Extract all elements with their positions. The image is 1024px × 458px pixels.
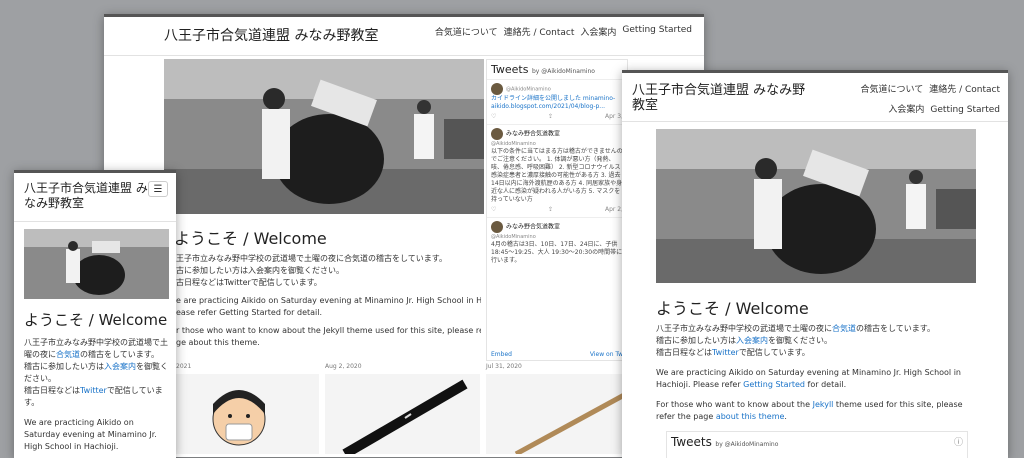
tweets-header-tablet: Tweets by @AikidoMinamino ⓘ <box>667 432 967 452</box>
post-card[interactable]: Aug 2, 2020 <box>325 363 480 454</box>
jekyll-link[interactable]: Jekyll <box>813 400 834 409</box>
post-date: Jul 31, 2020 <box>486 363 522 370</box>
intro-en-line2: ease refer Getting Started for detail. <box>176 308 323 317</box>
navbar-tablet: 八王子市合気道連盟 みなみ野 教室 合気道について 連絡先 / Contact … <box>622 73 1008 122</box>
join-link[interactable]: 入会案内 <box>736 336 768 345</box>
tweet-actions: ♡ ⇪ Apr 3, <box>491 113 623 121</box>
tweet-name: みなみ野合気道教室 <box>506 130 561 138</box>
post-thumbnail <box>325 374 480 454</box>
intro-text-mobile: 八王子市立みなみ野中学校の武道場で土曜の夜に合気道の稽古をしています。 稽古に参… <box>24 337 169 453</box>
avatar <box>491 221 503 233</box>
intro-en-tablet-p1: We are practicing Aikido on Saturday eve… <box>656 368 961 389</box>
nav-item-contact[interactable]: 連絡先 / Contact <box>504 25 575 38</box>
tweet-handle: @AikidoMinamino <box>506 86 551 93</box>
post-thumbnail <box>486 374 641 454</box>
intro-jp-line3: 古日程などはTwitterで配信しています。 <box>176 278 322 287</box>
nav-item-join[interactable]: 入会案内 <box>888 103 924 117</box>
tweet-text: 以下の条件に当てはまる方は稽古ができませんの でご注意ください。 1. 体調が悪… <box>491 148 623 203</box>
nav-item-about[interactable]: 合気道について <box>860 83 923 97</box>
tweet-date[interactable]: Apr 2, <box>605 206 623 214</box>
avatar <box>491 128 503 140</box>
intro-jp-line2: 古に参加したい方は入会案内を御覧ください。 <box>176 266 344 275</box>
tweet-item[interactable]: みなみ野合気道教室 @AikidoMinamino 以下の条件に当てはまる方は稽… <box>487 124 627 217</box>
intro-en-tablet-p2: For those who want to know about the Jek… <box>656 400 963 421</box>
getting-started-link[interactable]: Getting Started <box>743 380 805 389</box>
about-theme-link[interactable]: about this theme <box>716 412 785 421</box>
view-on-twitter-link[interactable]: View on Tw <box>590 351 623 358</box>
hamburger-icon: ☰ <box>153 183 163 195</box>
post-card[interactable]: r 2, 2021 <box>164 363 319 454</box>
tweet-name: みなみ野合気道教室 <box>506 223 561 231</box>
intro-jp-tablet: 八王子市立みなみ野中学校の武道場で土曜の夜に合気道の稽古をしています。 稽古に参… <box>656 324 935 357</box>
brand-line2: なみ野教室 <box>24 196 85 210</box>
info-icon[interactable]: ⓘ <box>954 435 963 449</box>
brand-line1: 八王子市合気道連盟 み <box>24 181 148 195</box>
intro-jp-mobile: 八王子市立みなみ野中学校の武道場で土曜の夜に合気道の稽古をしています。 稽古に参… <box>24 338 168 407</box>
welcome-heading-mobile: ようこそ / Welcome <box>24 311 168 329</box>
twitter-timeline-back[interactable]: Tweets by @AikidoMinamino @AikidoMinamin… <box>486 59 628 361</box>
post-card[interactable]: Jul 31, 2020 <box>486 363 641 454</box>
mobile-window: 八王子市合気道連盟 み なみ野教室 ☰ ようこそ / Welcome 八王子市立… <box>14 170 176 458</box>
tweet-handle: @AikidoMinamino <box>491 141 536 147</box>
post-thumbnail <box>164 374 319 454</box>
tweet-date[interactable]: Apr 3, <box>605 113 623 121</box>
nav-item-join[interactable]: 入会案内 <box>580 25 616 38</box>
embed-link[interactable]: Embed <box>491 351 512 358</box>
tweets-title: Tweets <box>671 435 712 449</box>
menu-toggle-button[interactable]: ☰ <box>148 181 168 197</box>
brand-line1: 八王子市合気道連盟 みなみ野 <box>632 83 806 98</box>
site-brand-mobile[interactable]: 八王子市合気道連盟 み なみ野教室 <box>24 181 148 211</box>
intro-jp-line1: 王子市立みなみ野中学校の武道場で土曜の夜に合気道の稽古をしています。 <box>176 254 447 263</box>
tweets-footer: Embed View on Tw <box>491 351 623 358</box>
nav-item-about[interactable]: 合気道について <box>435 25 498 38</box>
aikido-link[interactable]: 合気道 <box>832 324 856 333</box>
nav-item-getting-started[interactable]: Getting Started <box>622 25 692 38</box>
tablet-window: 八王子市合気道連盟 みなみ野 教室 合気道について 連絡先 / Contact … <box>622 70 1008 458</box>
intro-en-line1: e are practicing Aikido on Saturday even… <box>176 296 481 305</box>
intro-text-back: 王子市立みなみ野中学校の武道場で土曜の夜に合気道の稽古をしています。 古に参加し… <box>176 253 481 349</box>
avatar <box>491 83 503 95</box>
nav-item-contact[interactable]: 連絡先 / Contact <box>929 83 1000 97</box>
share-icon[interactable]: ⇪ <box>548 206 553 214</box>
nav-links: 合気道について 連絡先 / Contact 入会案内 Getting Start… <box>435 25 692 38</box>
tweets-by[interactable]: by @AikidoMinamino <box>715 441 778 448</box>
aikido-link[interactable]: 合気道 <box>56 350 80 359</box>
join-link[interactable]: 入会案内 <box>104 362 136 371</box>
navbar-mobile: 八王子市合気道連盟 み なみ野教室 ☰ <box>14 173 176 222</box>
heart-icon[interactable]: ♡ <box>491 206 496 214</box>
post-date: Aug 2, 2020 <box>325 363 362 370</box>
brand-line2: 教室 <box>632 98 659 113</box>
twitter-link[interactable]: Twitter <box>712 348 739 357</box>
intro-text-tablet: 八王子市立みなみ野中学校の武道場で土曜の夜に合気道の稽古をしています。 稽古に参… <box>656 323 976 423</box>
tweet-text: 4月の稽古は3日、10日、17日、24日に、子供 18:45〜19:25、大人 … <box>491 241 623 264</box>
nav-item-getting-started[interactable]: Getting Started <box>930 103 1000 117</box>
desktop-window: 八王子市合気道連盟 みなみ野教室 合気道について 連絡先 / Contact 入… <box>104 14 704 457</box>
tweet-actions: ♡ ⇪ Apr 2, <box>491 206 623 214</box>
heart-icon[interactable]: ♡ <box>491 113 496 121</box>
welcome-heading-tablet: ようこそ / Welcome <box>656 299 809 318</box>
post-cards: r 2, 2021 Aug 2, 2020 Jul 31, 2020 <box>164 363 641 454</box>
hero-image-tablet <box>656 129 976 283</box>
tweets-title: Tweets <box>491 63 529 76</box>
post-date: r 2, 2021 <box>164 363 192 370</box>
twitter-timeline-tablet[interactable]: Tweets by @AikidoMinamino ⓘ <box>666 431 968 458</box>
tweet-item[interactable]: みなみ野合気道教室 @AikidoMinamino 4月の稽古は3日、10日、1… <box>487 217 627 268</box>
hero-image-mobile <box>24 229 169 299</box>
navbar: 八王子市合気道連盟 みなみ野教室 合気道について 連絡先 / Contact 入… <box>104 17 704 56</box>
tweets-header: Tweets by @AikidoMinamino <box>487 60 627 79</box>
intro-en-mobile: We are practicing Aikido on Saturday eve… <box>24 418 157 451</box>
welcome-heading-back: ようこそ / Welcome <box>174 229 327 248</box>
twitter-link[interactable]: Twitter <box>80 386 107 395</box>
hero-image <box>164 59 484 214</box>
site-brand-tablet[interactable]: 八王子市合気道連盟 みなみ野 教室 <box>632 83 805 113</box>
share-icon[interactable]: ⇪ <box>548 113 553 121</box>
tweet-text: カイドライン詳細を公開しました minamino-aikido.blogspot… <box>491 95 616 110</box>
nav-links-tablet: 合気道について 連絡先 / Contact 入会案内 Getting Start… <box>830 83 1000 117</box>
intro-en-line4: ge about this theme. <box>176 338 260 347</box>
tweet-handle: @AikidoMinamino <box>491 234 536 240</box>
tweets-by[interactable]: by @AikidoMinamino <box>532 68 595 75</box>
intro-en-line3: r those who want to know about the Jekyl… <box>176 326 481 335</box>
tweet-item[interactable]: @AikidoMinamino カイドライン詳細を公開しました minamino… <box>487 79 627 124</box>
site-brand[interactable]: 八王子市合気道連盟 みなみ野教室 <box>164 25 378 45</box>
